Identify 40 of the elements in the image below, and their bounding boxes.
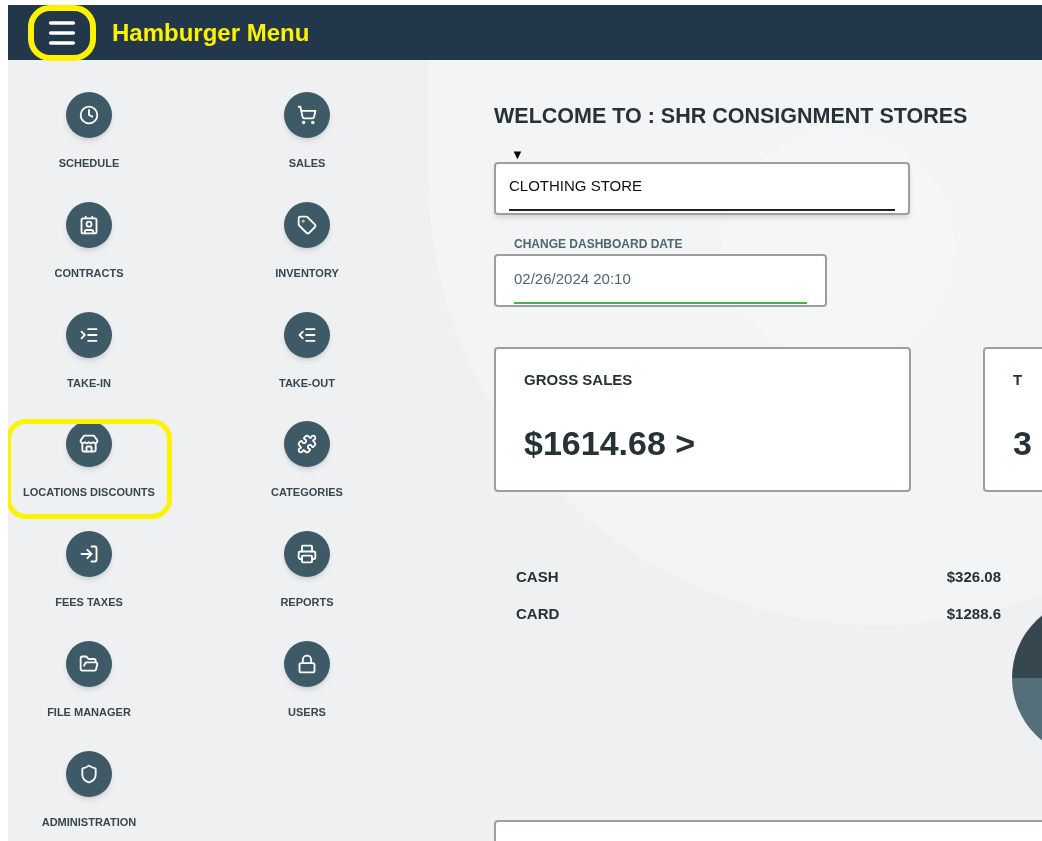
payment-amount: $1288.6 xyxy=(946,603,1001,624)
menu-item[interactable]: TAKE-OUT xyxy=(226,311,388,408)
folder-icon xyxy=(79,653,99,674)
shield-icon xyxy=(79,763,99,784)
store-select[interactable]: CLOTHING STORE xyxy=(494,162,910,216)
menu-item[interactable]: INVENTORY xyxy=(226,201,388,298)
tag-icon xyxy=(297,214,317,235)
payment-label: CASH xyxy=(516,567,559,588)
payment-amount: $326.08 xyxy=(946,567,1001,588)
enter-icon xyxy=(79,544,99,564)
menu-item[interactable]: TAKE-IN xyxy=(8,311,170,408)
menu-item[interactable]: REPORTS xyxy=(226,531,388,627)
menu-item[interactable]: LOCATIONS DISCOUNTS xyxy=(8,421,170,518)
menu-item[interactable]: SCHEDULE xyxy=(8,92,170,188)
puzzle-icon xyxy=(297,434,317,455)
clock-icon xyxy=(79,105,99,125)
menu-item[interactable]: FILE MANAGER xyxy=(8,640,170,737)
menu-item[interactable]: CATEGORIES xyxy=(226,421,388,518)
id-badge-icon xyxy=(79,214,99,235)
cart-icon xyxy=(297,105,317,125)
menu-item[interactable]: ADMINISTRATION xyxy=(8,750,170,841)
dropdown-arrow[interactable]: ▼ xyxy=(511,148,524,162)
annotation-label: Hamburger Menu xyxy=(112,17,310,48)
lock-icon xyxy=(297,653,317,674)
menu-item[interactable]: USERS xyxy=(226,640,388,737)
date-field[interactable]: 02/26/2024 20:10 xyxy=(494,254,827,308)
card-title: T xyxy=(1013,370,1023,391)
payment-label: CARD xyxy=(516,603,560,624)
sales-card[interactable]: GROSS SALES $1614.68 > xyxy=(494,347,911,493)
printer-icon xyxy=(297,544,317,564)
welcome-title: WELCOME TO : SHR CONSIGNMENT STORES xyxy=(494,103,969,130)
sales-card[interactable]: T 3 xyxy=(983,347,1042,493)
menu-item[interactable]: FEES TAXES xyxy=(8,531,170,627)
field-label: CHANGE DASHBOARD DATE xyxy=(514,236,683,254)
store-icon xyxy=(79,434,99,455)
card-title: GROSS SALES xyxy=(524,370,633,391)
card-amount: 3 xyxy=(1013,422,1032,464)
menu-item[interactable]: SALES xyxy=(226,92,388,188)
card-amount: $1614.68 > xyxy=(524,422,696,464)
menu-item[interactable]: CONTRACTS xyxy=(8,201,170,298)
